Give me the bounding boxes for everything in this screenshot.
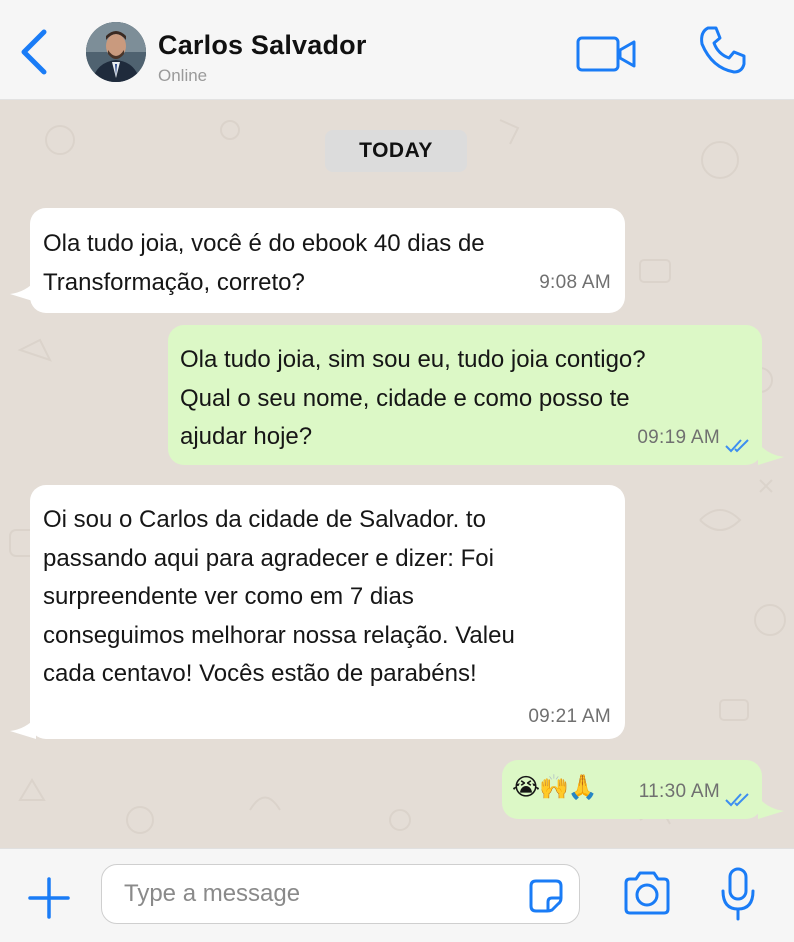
date-divider: TODAY (325, 130, 467, 172)
message-time: 9:08 AM (539, 271, 611, 293)
chat-area[interactable]: TODAY Ola tudo joia, você é do ebook 40 … (0, 100, 794, 848)
message-text-line: Qual o seu nome, cidade e como posso te (180, 384, 630, 412)
message-time: 09:19 AM (637, 426, 720, 448)
message-text-line: conseguimos melhorar nossa relação. Vale… (43, 621, 515, 649)
microphone-icon[interactable] (718, 865, 758, 925)
message-input-field[interactable] (101, 864, 580, 924)
plus-icon[interactable] (26, 875, 72, 921)
message-time: 11:30 AM (638, 780, 720, 802)
message-text-line: Ola tudo joia, sim sou eu, tudo joia con… (180, 346, 646, 373)
back-arrow-icon[interactable] (14, 26, 54, 78)
sticker-icon[interactable] (528, 878, 564, 914)
message-emoji: 😭🙌🙏 (512, 774, 598, 801)
message-text-line: passando aqui para agradecer e dizer: Fo… (43, 544, 494, 572)
message-text-line: cada centavo! Vocês estão de parabéns! (43, 660, 477, 687)
double-check-icon (725, 439, 749, 453)
message-text-line: Ola tudo joia, você é do ebook 40 dias d… (43, 230, 485, 257)
video-call-icon[interactable] (574, 34, 638, 74)
message-time: 09:21 AM (528, 705, 611, 727)
incoming-message[interactable]: Oi sou o Carlos da cidade de Salvador. t… (30, 485, 625, 739)
contact-photo (86, 22, 146, 82)
message-input[interactable] (124, 865, 514, 923)
avatar[interactable] (86, 22, 146, 82)
incoming-message[interactable]: Ola tudo joia, você é do ebook 40 dias d… (30, 208, 625, 313)
message-text-line: Oi sou o Carlos da cidade de Salvador. t… (43, 506, 486, 533)
outgoing-message[interactable]: Ola tudo joia, sim sou eu, tudo joia con… (168, 325, 762, 465)
contact-name[interactable]: Carlos Salvador (158, 30, 367, 61)
camera-icon[interactable] (620, 869, 674, 919)
contact-status: Online (158, 66, 208, 85)
message-text-line: surpreendente ver como em 7 dias (43, 583, 414, 610)
chat-header: Carlos Salvador Online (0, 0, 794, 100)
phone-call-icon[interactable] (694, 22, 750, 78)
message-composer (0, 848, 794, 942)
message-text-line: Transformação, correto? (43, 268, 305, 296)
double-check-icon (725, 793, 749, 807)
outgoing-message[interactable]: 😭🙌🙏 11:30 AM (502, 760, 762, 819)
